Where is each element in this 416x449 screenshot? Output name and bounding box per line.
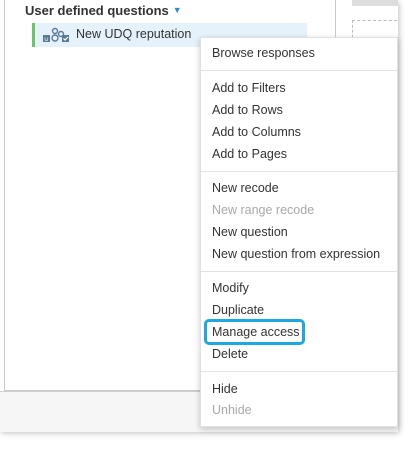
menu-item-manage-access[interactable]: Manage access [212, 325, 300, 339]
menu-item-delete[interactable]: Delete [212, 347, 248, 361]
menu-item-hide[interactable]: Hide [212, 382, 238, 396]
context-menu: Browse responses Add to Filters Add to R… [200, 37, 398, 427]
chevron-down-icon[interactable]: ▼ [173, 5, 182, 15]
menu-item-add-to-pages[interactable]: Add to Pages [212, 147, 287, 161]
menu-item-browse-responses[interactable]: Browse responses [212, 46, 315, 60]
menu-separator [201, 371, 397, 372]
menu-item-add-to-columns[interactable]: Add to Columns [212, 125, 301, 139]
udq-node-icon: u [43, 27, 69, 43]
tree-item-label: New UDQ reputation [76, 27, 192, 41]
menu-item-add-to-rows[interactable]: Add to Rows [212, 103, 283, 117]
menu-item-unhide: Unhide [212, 403, 252, 417]
menu-item-new-question[interactable]: New question [212, 225, 288, 239]
menu-item-modify[interactable]: Modify [212, 281, 249, 295]
svg-text:u: u [44, 36, 48, 43]
menu-item-add-to-filters[interactable]: Add to Filters [212, 81, 286, 95]
side-panel-header [352, 0, 398, 6]
menu-separator [201, 271, 397, 272]
app-window: User defined questions ▼ u New UDQ reputa… [0, 0, 398, 432]
menu-item-new-range-recode: New range recode [212, 203, 315, 217]
section-header[interactable]: User defined questions ▼ [25, 3, 182, 18]
menu-item-duplicate[interactable]: Duplicate [212, 303, 264, 317]
section-title: User defined questions [25, 3, 169, 18]
menu-separator [201, 70, 397, 71]
menu-item-new-recode[interactable]: New recode [212, 181, 279, 195]
menu-separator [201, 171, 397, 172]
menu-item-new-question-from-expression[interactable]: New question from expression [212, 247, 380, 261]
